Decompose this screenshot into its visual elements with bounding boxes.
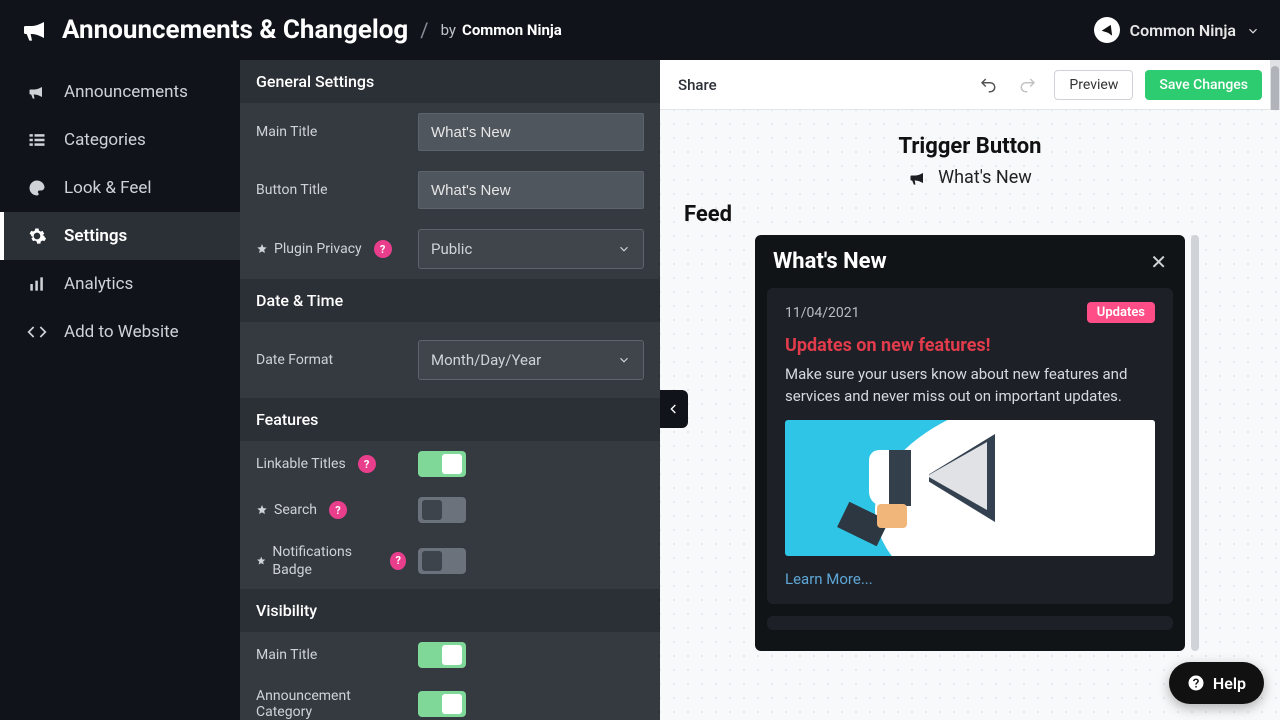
card-body: Make sure your users know about new feat… [785, 364, 1155, 408]
card-date: 11/04/2021 [785, 305, 860, 321]
brand-link[interactable]: Common Ninja [462, 21, 562, 39]
label-plugin-privacy: Plugin Privacy ? [256, 240, 406, 258]
sidebar-item-label: Categories [64, 130, 146, 150]
sidebar-item-look-feel[interactable]: Look & Feel [0, 164, 240, 212]
feed-heading: Feed [684, 202, 1256, 227]
sidebar-item-add-website[interactable]: Add to Website [0, 308, 240, 356]
user-menu[interactable]: Common Ninja [1094, 17, 1260, 43]
separator: / [420, 18, 428, 42]
caret-down-icon [617, 242, 631, 256]
label-linkable-titles: Linkable Titles ? [256, 455, 406, 473]
label-vis-main-title: Main Title [256, 647, 406, 663]
card-image [785, 420, 1155, 556]
settings-panel: General Settings Main Title Button Title… [240, 60, 660, 720]
gear-icon [26, 226, 48, 246]
ninja-icon [1098, 21, 1116, 39]
trigger-text: What's New [938, 167, 1032, 188]
sidebar-item-settings[interactable]: Settings [0, 212, 240, 260]
collapse-panel-button[interactable] [660, 390, 688, 428]
sidebar-item-label: Look & Feel [64, 178, 152, 198]
sidebar-item-label: Analytics [64, 274, 133, 294]
undo-button[interactable] [974, 71, 1002, 99]
avatar [1094, 17, 1120, 43]
card-title: Updates on new features! [785, 335, 1155, 356]
app-logo: Announcements & Changelog [20, 14, 408, 46]
section-features: Features [240, 398, 660, 441]
privacy-value: Public [431, 240, 472, 258]
close-icon[interactable]: ✕ [1150, 250, 1167, 274]
notifications-badge-toggle[interactable] [418, 548, 466, 574]
section-datetime: Date & Time [240, 279, 660, 322]
by-prefix: by [441, 21, 456, 39]
announcement-card [767, 616, 1173, 630]
card-tag: Updates [1087, 302, 1155, 323]
vis-main-title-toggle[interactable] [418, 642, 466, 668]
help-button[interactable]: Help [1169, 662, 1264, 704]
label-button-title: Button Title [256, 182, 406, 198]
redo-button[interactable] [1014, 71, 1042, 99]
help-icon[interactable]: ? [329, 501, 347, 519]
linkable-titles-toggle[interactable] [418, 451, 466, 477]
date-format-value: Month/Day/Year [431, 351, 541, 369]
palette-icon [26, 178, 48, 198]
label-date-format: Date Format [256, 352, 406, 368]
sidebar-item-label: Add to Website [64, 322, 179, 342]
section-general: General Settings [240, 60, 660, 103]
section-visibility: Visibility [240, 589, 660, 632]
date-format-select[interactable]: Month/Day/Year [418, 340, 644, 380]
preview-button[interactable]: Preview [1054, 70, 1133, 100]
megaphone-icon [26, 82, 48, 102]
widget-title: What's New [773, 249, 887, 274]
help-icon[interactable]: ? [374, 240, 392, 258]
learn-more-link[interactable]: Learn More... [785, 570, 1155, 588]
label-vis-category: Announcement Category [256, 688, 406, 720]
chevron-down-icon [1246, 23, 1260, 37]
app-title: Announcements & Changelog [62, 15, 408, 45]
widget-scrollbar[interactable] [1191, 235, 1199, 651]
help-icon[interactable]: ? [390, 552, 406, 570]
feed-widget: What's New ✕ 11/04/2021 Updates Updates … [755, 235, 1185, 651]
star-icon [256, 555, 266, 567]
main-title-input[interactable] [418, 113, 644, 151]
search-toggle[interactable] [418, 497, 466, 523]
vis-category-toggle[interactable] [418, 691, 466, 717]
megaphone-icon [20, 14, 52, 46]
save-changes-button[interactable]: Save Changes [1145, 70, 1262, 100]
sidebar-item-analytics[interactable]: Analytics [0, 260, 240, 308]
sidebar: Announcements Categories Look & Feel Set… [0, 60, 240, 720]
label-notifications-badge: Notifications Badge ? [256, 543, 406, 579]
preview-canvas: Trigger Button What's New Feed What's Ne… [660, 110, 1280, 720]
button-title-input[interactable] [418, 171, 644, 209]
code-icon [26, 322, 48, 342]
list-icon [26, 130, 48, 150]
help-icon[interactable]: ? [358, 455, 376, 473]
sidebar-item-announcements[interactable]: Announcements [0, 68, 240, 116]
star-icon [256, 243, 268, 255]
label-search: Search ? [256, 501, 406, 519]
help-label: Help [1213, 674, 1246, 693]
sidebar-item-categories[interactable]: Categories [0, 116, 240, 164]
label-main-title: Main Title [256, 124, 406, 140]
trigger-heading: Trigger Button [684, 134, 1256, 159]
chevron-down-icon [617, 353, 631, 367]
preview-pane: Share Preview Save Changes Trigger Butto… [660, 60, 1280, 720]
trigger-button-preview[interactable]: What's New [684, 167, 1256, 188]
help-icon [1187, 674, 1205, 692]
top-bar: Announcements & Changelog / by Common Ni… [0, 0, 1280, 60]
privacy-select[interactable]: Public [418, 229, 644, 269]
preview-toolbar: Share Preview Save Changes [660, 60, 1280, 110]
share-link[interactable]: Share [678, 76, 717, 94]
chart-icon [26, 274, 48, 294]
sidebar-item-label: Announcements [64, 82, 188, 102]
star-icon [256, 504, 268, 516]
megaphone-icon [908, 168, 928, 188]
user-label: Common Ninja [1130, 21, 1236, 40]
announcement-card: 11/04/2021 Updates Updates on new featur… [767, 288, 1173, 604]
sidebar-item-label: Settings [64, 226, 127, 246]
